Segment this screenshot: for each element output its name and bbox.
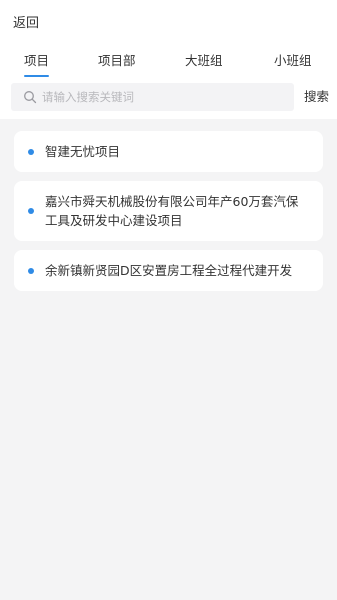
project-list: 智建无忧项目 嘉兴市舜天机械股份有限公司年产60万套汽保工具及研发中心建设项目 … [14, 131, 323, 300]
project-name: 智建无忧项目 [45, 144, 121, 159]
tab-label: 小班组 [274, 53, 312, 68]
tab-small-team[interactable]: 小班组 [274, 50, 312, 69]
bullet-dot [28, 267, 34, 274]
project-card[interactable]: 余新镇新贤园D区安置房工程全过程代建开发 [14, 250, 323, 291]
tab-label: 项目 [24, 53, 50, 68]
search-button[interactable]: 搜索 [304, 83, 329, 111]
project-card[interactable]: 智建无忧项目 [14, 131, 323, 172]
tab-label: 项目部 [98, 53, 136, 68]
tab-bar: 项目 项目部 大班组 小班组 [0, 50, 337, 77]
search-bar: 搜索 [11, 83, 329, 111]
tab-large-team[interactable]: 大班组 [185, 50, 223, 69]
bullet-dot [28, 208, 34, 214]
bullet-dot [28, 148, 34, 155]
search-input[interactable] [42, 83, 287, 111]
project-name: 嘉兴市舜天机械股份有限公司年产60万套汽保工具及研发中心建设项目 [45, 194, 299, 228]
back-button[interactable]: 返回 [13, 12, 39, 31]
tab-label: 大班组 [185, 53, 223, 68]
search-icon [24, 91, 37, 104]
project-name: 余新镇新贤园D区安置房工程全过程代建开发 [45, 263, 293, 278]
project-card[interactable]: 嘉兴市舜天机械股份有限公司年产60万套汽保工具及研发中心建设项目 [14, 181, 323, 241]
tab-project[interactable]: 项目 [24, 50, 50, 77]
active-tab-indicator [24, 75, 50, 77]
search-box [11, 83, 294, 111]
tab-project-department[interactable]: 项目部 [98, 50, 136, 69]
top-panel: 返回 项目 项目部 大班组 小班组 搜索 [0, 0, 337, 119]
